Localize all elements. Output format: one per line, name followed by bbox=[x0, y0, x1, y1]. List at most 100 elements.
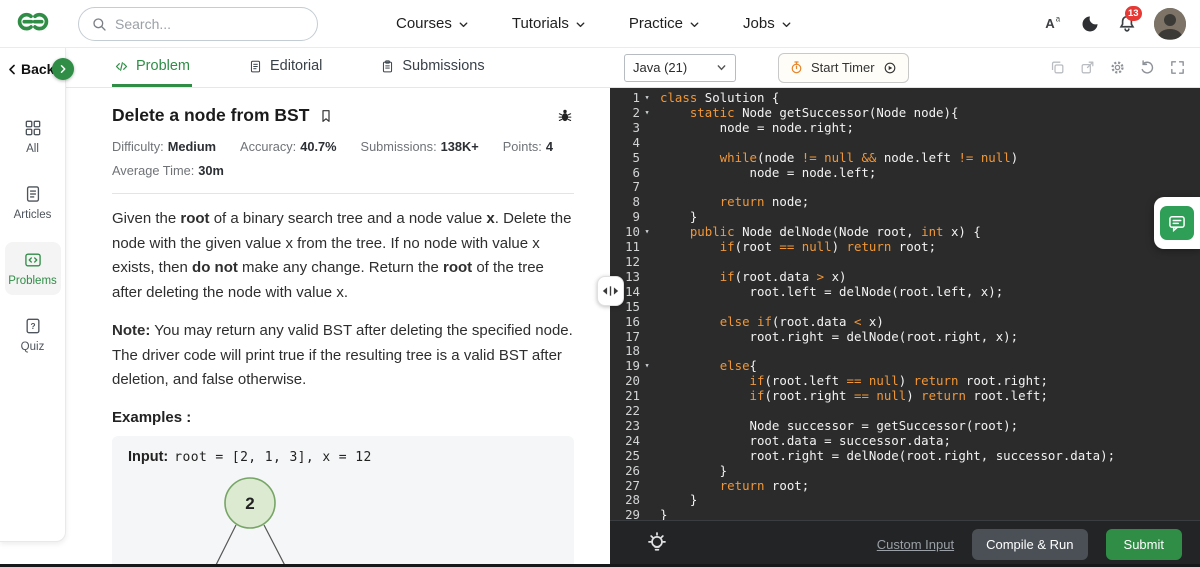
stat-submissions: Submissions: 138K+ bbox=[361, 139, 479, 154]
code-line[interactable]: 7 bbox=[610, 180, 1200, 195]
problem-description: Given the root of a binary search tree a… bbox=[112, 210, 572, 301]
sidebar-expand-button[interactable] bbox=[52, 58, 74, 80]
panel-resize-handle[interactable] bbox=[597, 276, 624, 306]
fold-caret-icon[interactable]: ▾ bbox=[640, 359, 654, 374]
nav-item-jobs[interactable]: Jobs bbox=[743, 15, 793, 32]
code-line[interactable]: 16 else if(root.data < x) bbox=[610, 314, 1200, 330]
code-line[interactable]: 23 Node successor = getSuccessor(root); bbox=[610, 418, 1200, 434]
gfg-logo[interactable] bbox=[14, 9, 52, 39]
tab-submissions[interactable]: Submissions bbox=[378, 48, 486, 87]
search-input[interactable] bbox=[115, 15, 305, 32]
code-text: node = node.left; bbox=[660, 164, 877, 180]
line-number: 25 bbox=[625, 447, 640, 463]
code-text: } bbox=[660, 209, 698, 225]
user-avatar[interactable] bbox=[1154, 7, 1186, 40]
line-number: 9 bbox=[632, 209, 640, 225]
code-line[interactable]: 19 ▾ else{ bbox=[610, 358, 1200, 374]
back-button[interactable]: Back bbox=[0, 48, 74, 90]
fold-caret-icon[interactable]: ▾ bbox=[640, 91, 654, 106]
submit-button[interactable]: Submit bbox=[1105, 528, 1182, 560]
code-line[interactable]: 3 node = node.right; bbox=[610, 119, 1200, 136]
code-line[interactable]: 21 if(root.right == null) return root.le… bbox=[610, 388, 1200, 404]
code-text: root.right = delNode(root.right, x); bbox=[660, 328, 1019, 344]
code-text: static Node getSuccessor(Node node){ bbox=[689, 104, 959, 120]
code-text: node = node.right; bbox=[660, 119, 854, 135]
report-bug-icon[interactable] bbox=[556, 107, 574, 125]
code-line[interactable]: 28 } bbox=[610, 493, 1200, 508]
dark-mode-moon-icon[interactable] bbox=[1080, 14, 1100, 34]
custom-input-link[interactable]: Custom Input bbox=[877, 537, 954, 552]
copy-icon[interactable] bbox=[1049, 59, 1066, 76]
code-line[interactable]: 10 ▾ public Node delNode(Node root, int x… bbox=[610, 224, 1200, 240]
start-timer-button[interactable]: Start Timer bbox=[778, 52, 909, 83]
tab-problem[interactable]: Problem bbox=[112, 48, 192, 87]
sidebar-item-label: Articles bbox=[13, 209, 52, 221]
chevron-down-icon bbox=[716, 62, 727, 73]
search-bar[interactable] bbox=[78, 6, 318, 41]
code-line[interactable]: 27 return root; bbox=[610, 478, 1200, 494]
code-line[interactable]: 4 bbox=[610, 135, 1200, 151]
code-text: } bbox=[660, 492, 698, 508]
sidebar-item-problems[interactable]: Problems bbox=[4, 242, 61, 295]
code-line[interactable]: 12 bbox=[610, 254, 1200, 270]
code-editor[interactable]: 1 ▾ class Solution {2 ▾ static Node getSucc… bbox=[610, 88, 1200, 520]
code-line[interactable]: 8 return node; bbox=[610, 194, 1200, 210]
notification-count-badge: 13 bbox=[1125, 5, 1142, 21]
hint-lightbulb-button[interactable] bbox=[644, 531, 670, 557]
code-line[interactable]: 20 if(root.left == null) return root.rig… bbox=[610, 373, 1200, 389]
discussion-float-button[interactable] bbox=[1154, 197, 1200, 249]
nav-item-courses[interactable]: Courses bbox=[396, 15, 470, 32]
code-line[interactable]: 6 node = node.left; bbox=[610, 164, 1200, 181]
sidebar-item-quiz[interactable]: ? Quiz bbox=[5, 308, 61, 361]
example-tree-diagram: 2 bbox=[214, 476, 287, 567]
code-line[interactable]: 25 root.right = delNode(root.right, succ… bbox=[610, 447, 1200, 464]
code-line[interactable]: 17 root.right = delNode(root.right, x); bbox=[610, 328, 1200, 345]
compile-run-button[interactable]: Compile & Run bbox=[972, 528, 1088, 560]
language-select[interactable]: Java (21) bbox=[624, 53, 736, 82]
export-icon[interactable] bbox=[1079, 59, 1096, 76]
code-line[interactable]: 29} bbox=[610, 507, 1200, 520]
nav-item-tutorials[interactable]: Tutorials bbox=[512, 15, 587, 32]
code-line[interactable]: 5 while(node != null && node.left != nul… bbox=[610, 150, 1200, 166]
sidebar-item-articles[interactable]: Articles bbox=[5, 176, 61, 229]
code-line[interactable]: 18 bbox=[610, 344, 1200, 359]
settings-gear-icon[interactable] bbox=[1109, 59, 1126, 76]
stat-value: Medium bbox=[167, 139, 217, 154]
reset-icon[interactable] bbox=[1139, 59, 1156, 76]
notification-bell[interactable]: 13 bbox=[1116, 5, 1142, 35]
code-line[interactable]: 14 root.left = delNode(root.left, x); bbox=[610, 284, 1200, 300]
code-line[interactable]: 13 if(root.data > x) bbox=[610, 269, 1200, 285]
tab-editorial[interactable]: Editorial bbox=[246, 48, 324, 87]
code-line[interactable]: 15 bbox=[610, 299, 1200, 315]
problem-content: Delete a node from BST Difficulty: Medium… bbox=[66, 88, 610, 567]
line-number: 6 bbox=[632, 164, 640, 180]
stat-label: Average Time: bbox=[112, 163, 195, 178]
code-line[interactable]: 26 } bbox=[610, 463, 1200, 479]
sidebar-item-all[interactable]: All bbox=[5, 110, 61, 163]
fold-caret-icon[interactable]: ▾ bbox=[640, 225, 654, 240]
code-line[interactable]: 2 ▾ static Node getSuccessor(Node node){ bbox=[610, 104, 1200, 121]
bookmark-icon[interactable] bbox=[318, 108, 334, 124]
translate-icon[interactable]: Aa bbox=[1043, 13, 1064, 34]
stat-accuracy: Accuracy: 40.7% bbox=[240, 139, 336, 154]
nav-item-practice[interactable]: Practice bbox=[629, 15, 701, 32]
code-line[interactable]: 11 if(root == null) return root; bbox=[610, 239, 1200, 255]
code-line[interactable]: 24 root.data = successor.data; bbox=[610, 433, 1200, 449]
fullscreen-icon[interactable] bbox=[1169, 59, 1186, 76]
problem-stats: Difficulty: Medium Accuracy: 40.7% Submissio… bbox=[112, 139, 574, 154]
code-line[interactable]: 1 ▾ class Solution { bbox=[610, 90, 1200, 106]
code-text: else{ bbox=[719, 358, 757, 374]
code-line[interactable]: 22 bbox=[610, 403, 1200, 419]
code-line[interactable]: 9 } bbox=[610, 209, 1200, 225]
fold-caret-icon[interactable]: ▾ bbox=[640, 106, 654, 121]
